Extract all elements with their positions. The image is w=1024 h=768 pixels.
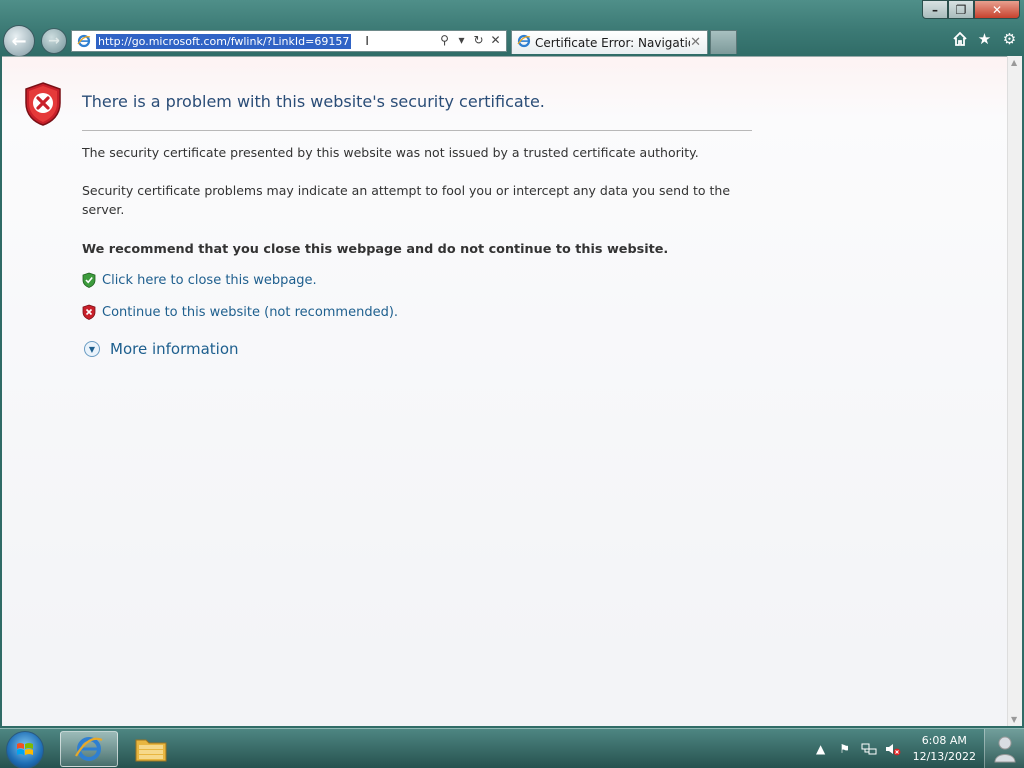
recommendation-text: We recommend that you close this webpage…	[82, 242, 669, 257]
scroll-up-icon[interactable]: ▲	[1011, 58, 1017, 67]
continue-website-link-text[interactable]: Continue to this website (not recommende…	[102, 305, 398, 320]
network-icon[interactable]	[860, 740, 878, 758]
taskbar: ▲ ⚑ 6:08 AM 12/13/2022	[0, 728, 1024, 768]
volume-muted-icon[interactable]	[884, 740, 902, 758]
new-tab-button[interactable]	[710, 30, 737, 54]
address-bar[interactable]: http://go.microsoft.com/fwlink/?LinkId=6…	[71, 30, 507, 52]
vertical-scrollbar[interactable]: ▲ ▼	[1007, 56, 1022, 726]
command-icons: ★ ⚙	[951, 30, 1018, 48]
page-title: There is a problem with this website's s…	[82, 92, 545, 111]
minimize-button[interactable]: –	[922, 0, 948, 19]
show-hidden-icons[interactable]: ▲	[812, 740, 830, 758]
home-icon[interactable]	[951, 30, 968, 47]
address-input[interactable]: http://go.microsoft.com/fwlink/?LinkId=6…	[96, 33, 352, 49]
untrusted-authority-text: The security certificate presented by th…	[82, 145, 699, 160]
address-tools: ⚲ ▾ ↻ ✕	[438, 33, 502, 47]
forward-button[interactable]: →	[41, 28, 67, 54]
restore-button[interactable]: ❐	[948, 0, 974, 19]
scroll-down-icon[interactable]: ▼	[1011, 715, 1017, 724]
clock[interactable]: 6:08 AM 12/13/2022	[913, 733, 976, 765]
clock-date: 12/13/2022	[912, 750, 976, 763]
gear-icon[interactable]: ⚙	[1001, 30, 1018, 48]
more-information-toggle[interactable]: ▼ More information	[84, 340, 239, 358]
favorites-star-icon[interactable]: ★	[976, 30, 993, 48]
page-content: There is a problem with this website's s…	[2, 56, 1007, 726]
user-icon	[993, 736, 1016, 763]
system-tray: ▲ ⚑ 6:08 AM 12/13/2022	[809, 729, 1024, 768]
search-icon[interactable]: ⚲	[438, 33, 451, 47]
taskbar-internet-explorer[interactable]	[60, 731, 118, 767]
close-window-button[interactable]: ✕	[974, 0, 1020, 19]
start-button[interactable]	[6, 731, 44, 768]
stop-icon[interactable]: ✕	[489, 33, 502, 47]
windows-logo-icon	[17, 743, 33, 755]
red-shield-x-small-icon	[82, 304, 96, 320]
user-avatar-show-desktop[interactable]	[984, 729, 1024, 768]
internet-explorer-icon	[75, 737, 103, 761]
action-center-flag-icon[interactable]: ⚑	[836, 740, 854, 758]
folder-icon	[135, 739, 167, 762]
back-button[interactable]: ←	[3, 25, 35, 57]
more-information-text[interactable]: More information	[110, 340, 239, 358]
taskbar-windows-explorer[interactable]	[122, 731, 180, 767]
back-arrow-icon: ←	[11, 30, 27, 52]
expand-chevron-icon: ▼	[84, 341, 100, 357]
security-warning-text: Security certificate problems may indica…	[82, 183, 731, 217]
close-webpage-link-text[interactable]: Click here to close this webpage.	[102, 273, 317, 288]
red-shield-x-icon	[25, 82, 61, 126]
refresh-icon[interactable]: ↻	[472, 33, 485, 47]
window-controls: – ❐ ✕	[922, 0, 1020, 20]
green-shield-check-icon	[82, 272, 96, 288]
close-webpage-link[interactable]: Click here to close this webpage.	[82, 272, 317, 288]
tab-label: Certificate Error: Navigation...	[535, 35, 690, 50]
ie-page-icon	[76, 33, 92, 49]
tab-certificate-error[interactable]: Certificate Error: Navigation... ✕	[511, 30, 708, 54]
clock-time: 6:08 AM	[921, 734, 967, 747]
tab-close-icon[interactable]: ✕	[690, 35, 701, 50]
text-cursor-icon: I	[365, 34, 369, 48]
dropdown-icon[interactable]: ▾	[455, 33, 468, 47]
forward-arrow-icon: →	[48, 33, 60, 49]
ie-tab-icon	[517, 34, 531, 51]
divider	[82, 130, 752, 131]
continue-website-link[interactable]: Continue to this website (not recommende…	[82, 304, 398, 320]
